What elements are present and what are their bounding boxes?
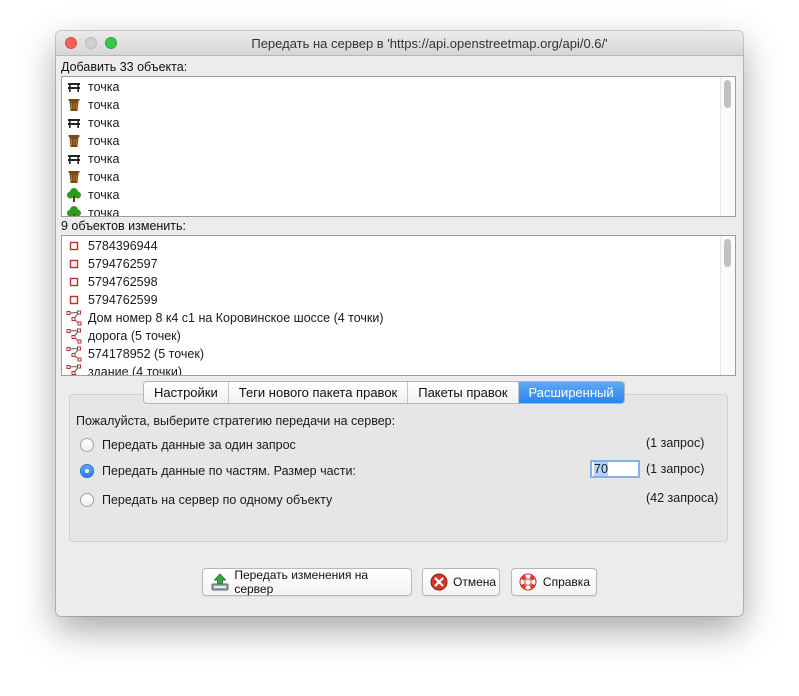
upload-button-label: Передать изменения на сервер xyxy=(234,568,369,596)
modify-list-scroll-thumb[interactable] xyxy=(724,239,731,267)
tree-icon xyxy=(66,205,82,216)
list-item-label: 5784396944 xyxy=(88,239,158,253)
list-item-label: точка xyxy=(88,80,120,94)
list-item-label: здание (4 точки) xyxy=(88,365,182,376)
add-section-label: Добавить 33 объекта: xyxy=(61,60,188,74)
node-icon xyxy=(66,238,82,254)
option-single-request[interactable]: Передать данные за один запрос xyxy=(80,436,296,454)
option-single-request-label: Передать данные за один запрос xyxy=(102,438,296,452)
modify-section-label: 9 объектов изменить: xyxy=(61,219,186,233)
list-item-label: точка xyxy=(88,152,120,166)
list-item-label: 574178952 (5 точек) xyxy=(88,347,204,361)
option-per-object-count: (42 запроса) xyxy=(646,491,719,505)
list-item-label: точка xyxy=(88,98,120,112)
radio-chunked[interactable] xyxy=(80,464,94,478)
add-objects-list[interactable]: точка точка точка точка точка точка точка точка xyxy=(61,76,736,217)
list-item-label: точка xyxy=(88,134,120,148)
list-item[interactable]: здание (4 точки) xyxy=(62,363,721,376)
list-item[interactable]: точка xyxy=(62,186,721,204)
option-single-request-count: (1 запрос) xyxy=(646,436,705,450)
window-title: Передать на сервер в 'https://api.openst… xyxy=(251,36,608,51)
way-icon xyxy=(66,364,82,375)
cancel-button-label: Отмена xyxy=(453,575,497,589)
tab-advanced[interactable]: Расширенный xyxy=(518,382,624,403)
list-item-label: точка xyxy=(88,188,120,202)
help-button-label: Справка xyxy=(542,575,590,589)
list-item[interactable]: дорога (5 точек) xyxy=(62,327,721,345)
list-item-label: 5794762598 xyxy=(88,275,158,289)
option-chunked[interactable]: Передать данные по частям. Размер части: xyxy=(80,462,356,480)
add-list-scroll-thumb[interactable] xyxy=(724,80,731,108)
list-item-label: точка xyxy=(88,116,120,130)
lifebuoy-icon xyxy=(518,571,539,593)
node-icon xyxy=(66,274,82,290)
cancel-icon xyxy=(429,571,449,593)
list-item[interactable]: точка xyxy=(62,204,721,217)
way-icon xyxy=(66,310,82,326)
upload-dialog: Передать на сервер в 'https://api.openst… xyxy=(56,31,743,616)
minimize-window-button[interactable] xyxy=(85,37,97,49)
tab-settings[interactable]: Настройки xyxy=(144,382,229,403)
list-item[interactable]: точка xyxy=(62,150,721,168)
option-chunked-count: (1 запрос) xyxy=(646,462,705,476)
upload-icon xyxy=(209,571,230,593)
option-per-object-label: Передать на сервер по одному объекту xyxy=(102,493,333,507)
bench-icon xyxy=(66,151,82,167)
radio-single-request[interactable] xyxy=(80,438,94,452)
list-item-label: точка xyxy=(88,206,120,217)
chunk-size-value: 70 xyxy=(594,462,608,476)
maximize-window-button[interactable] xyxy=(105,37,117,49)
add-list-scrollbar[interactable] xyxy=(720,77,735,216)
waste-basket-icon xyxy=(66,97,82,113)
tab-new-changeset-tags[interactable]: Теги нового пакета правок xyxy=(228,382,409,403)
waste-basket-icon xyxy=(66,133,82,149)
list-item[interactable]: 5784396944 xyxy=(62,237,721,255)
waste-basket-icon xyxy=(66,169,82,185)
list-item[interactable]: 5794762598 xyxy=(62,273,721,291)
list-item[interactable]: 574178952 (5 точек) xyxy=(62,345,721,363)
list-item[interactable]: Дом номер 8 к4 с1 на Коровинское шоссе (… xyxy=(62,309,721,327)
bench-icon xyxy=(66,115,82,131)
strategy-prompt: Пожалуйста, выберите стратегию передачи … xyxy=(76,414,396,428)
title-bar[interactable]: Передать на сервер в 'https://api.openst… xyxy=(56,31,743,56)
radio-per-object[interactable] xyxy=(80,493,94,507)
list-item[interactable]: точка xyxy=(62,96,721,114)
tab-changesets[interactable]: Пакеты правок xyxy=(408,382,519,403)
bench-icon xyxy=(66,79,82,95)
modify-objects-list[interactable]: 5784396944 5794762597 5794762598 5794762599… xyxy=(61,235,736,376)
list-item[interactable]: 5794762597 xyxy=(62,255,721,273)
tab-bar: Настройки Теги нового пакета правок Пакеты… xyxy=(143,381,625,404)
list-item-label: Дом номер 8 к4 с1 на Коровинское шоссе (… xyxy=(88,311,384,325)
help-button[interactable]: Справка xyxy=(511,568,597,596)
list-item[interactable]: точка xyxy=(62,168,721,186)
list-item-label: 5794762599 xyxy=(88,293,158,307)
strategy-panel: Пожалуйста, выберите стратегию передачи … xyxy=(69,394,728,542)
node-icon xyxy=(66,256,82,272)
way-icon xyxy=(66,328,82,344)
way-icon xyxy=(66,346,82,362)
option-per-object[interactable]: Передать на сервер по одному объекту xyxy=(80,491,332,509)
modify-list-scrollbar[interactable] xyxy=(720,236,735,375)
node-icon xyxy=(66,292,82,308)
list-item-label: точка xyxy=(88,170,120,184)
list-item-label: 5794762597 xyxy=(88,257,158,271)
chunk-size-input[interactable]: 70 xyxy=(590,460,640,478)
list-item[interactable]: точка xyxy=(62,78,721,96)
tree-icon xyxy=(66,187,82,203)
option-chunked-label: Передать данные по частям. Размер части: xyxy=(102,464,356,478)
list-item[interactable]: 5794762599 xyxy=(62,291,721,309)
list-item[interactable]: точка xyxy=(62,132,721,150)
list-item-label: дорога (5 точек) xyxy=(88,329,181,343)
upload-button[interactable]: Передать изменения на сервер xyxy=(202,568,412,596)
close-window-button[interactable] xyxy=(65,37,77,49)
cancel-button[interactable]: Отмена xyxy=(422,568,500,596)
list-item[interactable]: точка xyxy=(62,114,721,132)
